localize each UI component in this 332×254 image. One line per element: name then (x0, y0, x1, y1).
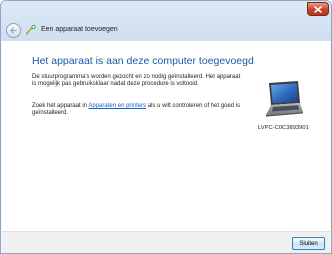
add-device-icon (26, 24, 36, 35)
info-paragraph: De stuurprogramma's worden gezocht en zo… (32, 74, 241, 88)
wizard-title: Een apparaat toevoegen (41, 26, 118, 33)
sluiten-button[interactable]: Sluiten (292, 237, 325, 250)
back-button[interactable] (6, 23, 21, 38)
close-button[interactable] (307, 2, 329, 16)
instruction-text-prefix: Zoek het apparaat in (32, 103, 89, 109)
title-bar: Een apparaat toevoegen (1, 1, 331, 41)
wizard-window: Een apparaat toevoegen Het apparaat is a… (0, 0, 332, 254)
instruction-paragraph: Zoek het apparaat in Apparaten en printe… (32, 103, 244, 117)
devices-printers-link[interactable]: Apparaten en printers (88, 103, 146, 109)
footer-bar: Sluiten (2, 231, 330, 253)
device-name: LVPC-C0C3893901 (258, 125, 309, 131)
page-heading: Het apparaat is aan deze computer toegev… (32, 55, 254, 67)
laptop-icon (266, 81, 303, 117)
close-icon (314, 5, 322, 13)
back-arrow-icon (10, 27, 17, 34)
content-area: Het apparaat is aan deze computer toegev… (2, 41, 330, 231)
